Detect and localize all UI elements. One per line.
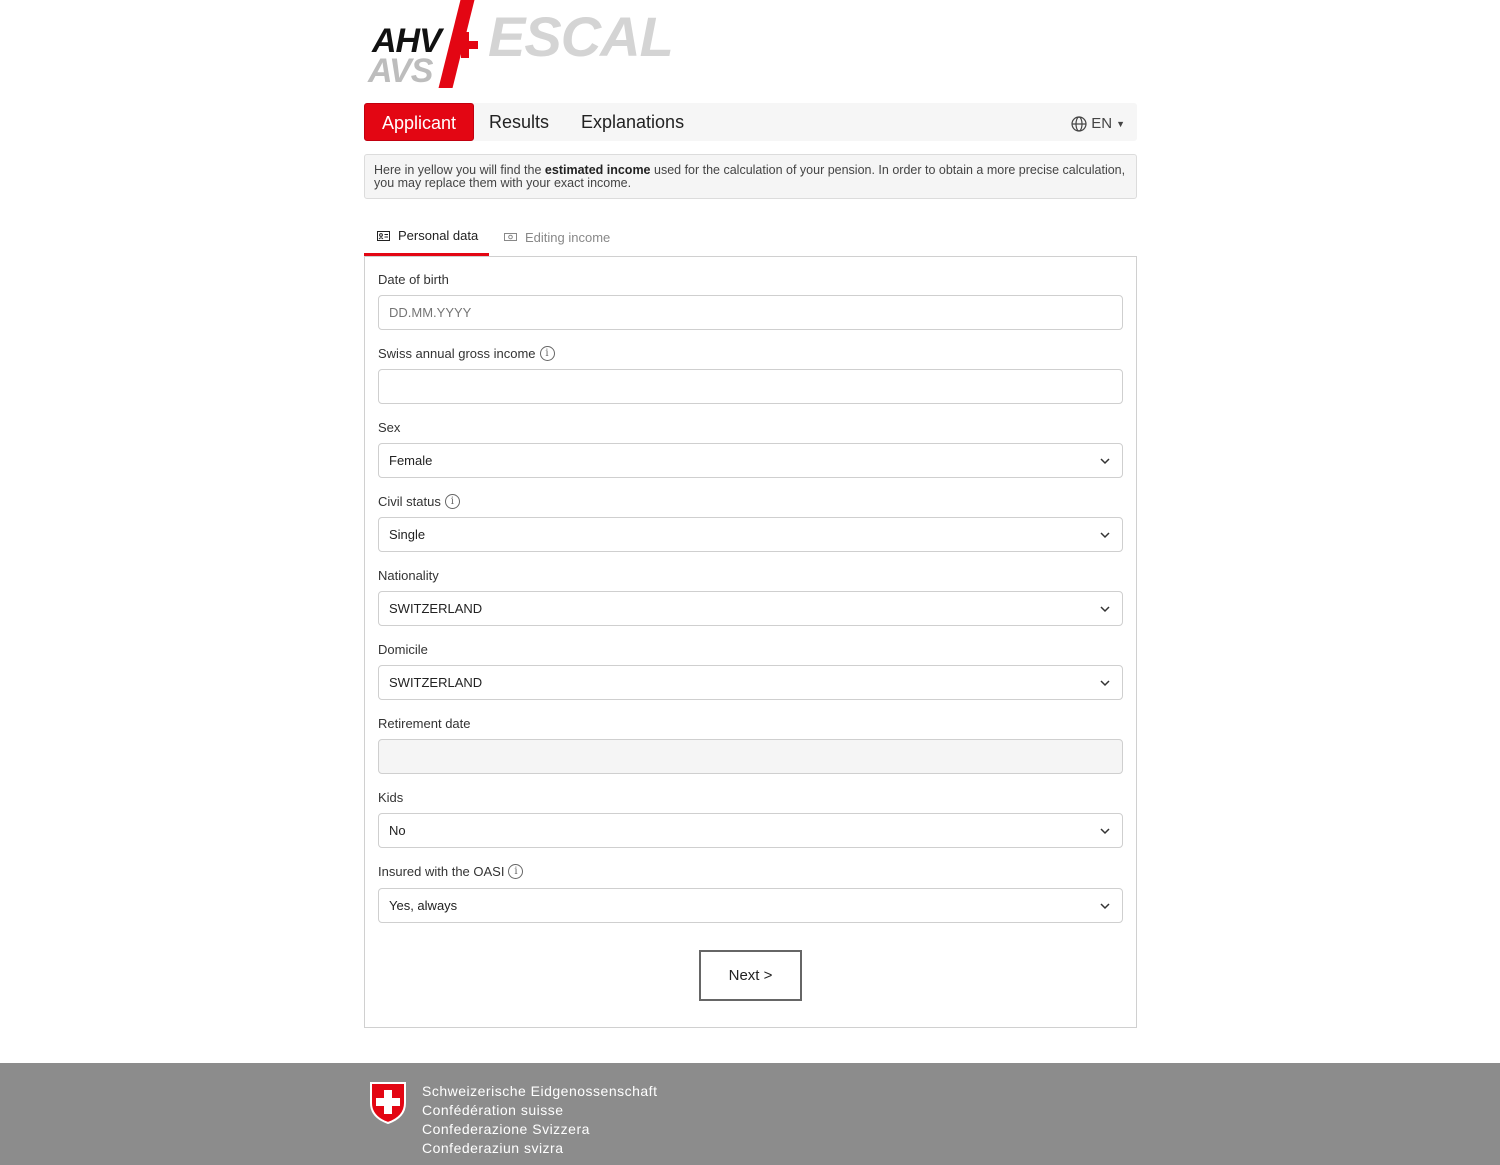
insured-value: Yes, always [389, 898, 458, 913]
nationality-label-text: Nationality [378, 568, 439, 583]
chevron-down-icon [1100, 828, 1110, 835]
civil-status-label: Civil status i [378, 494, 460, 509]
tab-results[interactable]: Results [489, 103, 549, 141]
globe-icon [1071, 115, 1087, 132]
id-card-icon [377, 230, 390, 241]
chevron-down-icon [1100, 680, 1110, 687]
page: AHV AVS ESCAL Applicant Results Explanat… [0, 0, 1500, 1063]
swiss-shield-icon [370, 1082, 406, 1125]
date-of-birth-input[interactable] [378, 295, 1123, 330]
info-icon[interactable]: i [539, 346, 555, 361]
retirement-date-label: Retirement date [378, 716, 471, 731]
info-text-bold: estimated income [544, 163, 651, 177]
footer: Schweizerische Eidgenossenschaft Confédé… [0, 1063, 1500, 1165]
nationality-select[interactable]: SWITZERLAND [378, 591, 1123, 626]
confed-line-rm: Confederaziun svizra [422, 1140, 564, 1156]
info-box: Here in yellow you will find the estimat… [364, 154, 1137, 199]
nationality-label: Nationality [378, 568, 439, 583]
date-of-birth-label-text: Date of birth [378, 272, 449, 287]
sex-label-text: Sex [378, 420, 401, 435]
chevron-down-icon [1100, 458, 1110, 465]
ahv-escal-logo: AHV AVS ESCAL [368, 0, 678, 90]
domicile-value: SWITZERLAND [389, 675, 483, 690]
logo-avs: AVS [368, 52, 433, 90]
language-code: EN [1091, 115, 1113, 132]
civil-status-label-text: Civil status [378, 494, 441, 509]
domicile-label: Domicile [378, 642, 428, 657]
logo-escal: ESCAL [488, 5, 674, 68]
subtab-editing-income[interactable]: Editing income [504, 218, 610, 256]
logo-cross-v [461, 32, 469, 58]
chevron-down-icon [1100, 532, 1110, 539]
subtab-personal-data-label: Personal data [398, 228, 479, 243]
caret-down-icon: ▼ [1116, 118, 1125, 129]
sex-value: Female [389, 453, 433, 468]
info-icon[interactable]: i [508, 864, 524, 879]
chevron-down-icon [1100, 903, 1110, 910]
personal-data-form: Date of birth Swiss annual gross income … [364, 256, 1137, 1028]
confed-line-de: Schweizerische Eidgenossenschaft [422, 1083, 658, 1099]
insured-select[interactable]: Yes, always [378, 888, 1123, 923]
insured-label-text: Insured with the OASI [378, 864, 505, 879]
domicile-label-text: Domicile [378, 642, 428, 657]
kids-value: No [389, 823, 406, 838]
nationality-value: SWITZERLAND [389, 601, 483, 616]
retirement-date-input[interactable] [378, 739, 1123, 774]
kids-label-text: Kids [378, 790, 404, 805]
income-input[interactable] [378, 369, 1123, 404]
retirement-date-label-text: Retirement date [378, 716, 471, 731]
date-of-birth-label: Date of birth [378, 272, 449, 287]
chevron-down-icon [1100, 606, 1110, 613]
tab-explanations[interactable]: Explanations [581, 103, 684, 141]
confederation-text: Schweizerische Eidgenossenschaft Confédé… [422, 1082, 657, 1158]
info-text-before: Here in yellow you will find the [374, 163, 545, 177]
next-button[interactable]: Next > [699, 950, 802, 1001]
top-nav: Applicant Results Explanations EN ▼ [364, 103, 1137, 141]
subtabs: Personal data Editing income [364, 218, 1137, 256]
money-icon [504, 233, 517, 241]
civil-status-select[interactable]: Single [378, 517, 1123, 552]
kids-label: Kids [378, 790, 403, 805]
info-icon[interactable]: i [444, 494, 460, 509]
sex-select[interactable]: Female [378, 443, 1123, 478]
subtab-editing-income-label: Editing income [525, 229, 611, 245]
insured-label: Insured with the OASI i [378, 864, 524, 879]
tab-applicant[interactable]: Applicant [364, 103, 475, 141]
civil-status-value: Single [389, 527, 426, 542]
confed-line-fr: Confédération suisse [422, 1102, 564, 1118]
kids-select[interactable]: No [378, 813, 1123, 848]
income-label-text: Swiss annual gross income [378, 346, 536, 361]
sex-label: Sex [378, 420, 400, 435]
domicile-select[interactable]: SWITZERLAND [378, 665, 1123, 700]
income-label: Swiss annual gross income i [378, 346, 555, 361]
subtab-personal-data[interactable]: Personal data [364, 218, 489, 256]
confed-line-it: Confederazione Svizzera [422, 1121, 590, 1137]
language-selector[interactable]: EN ▼ [1071, 115, 1125, 132]
